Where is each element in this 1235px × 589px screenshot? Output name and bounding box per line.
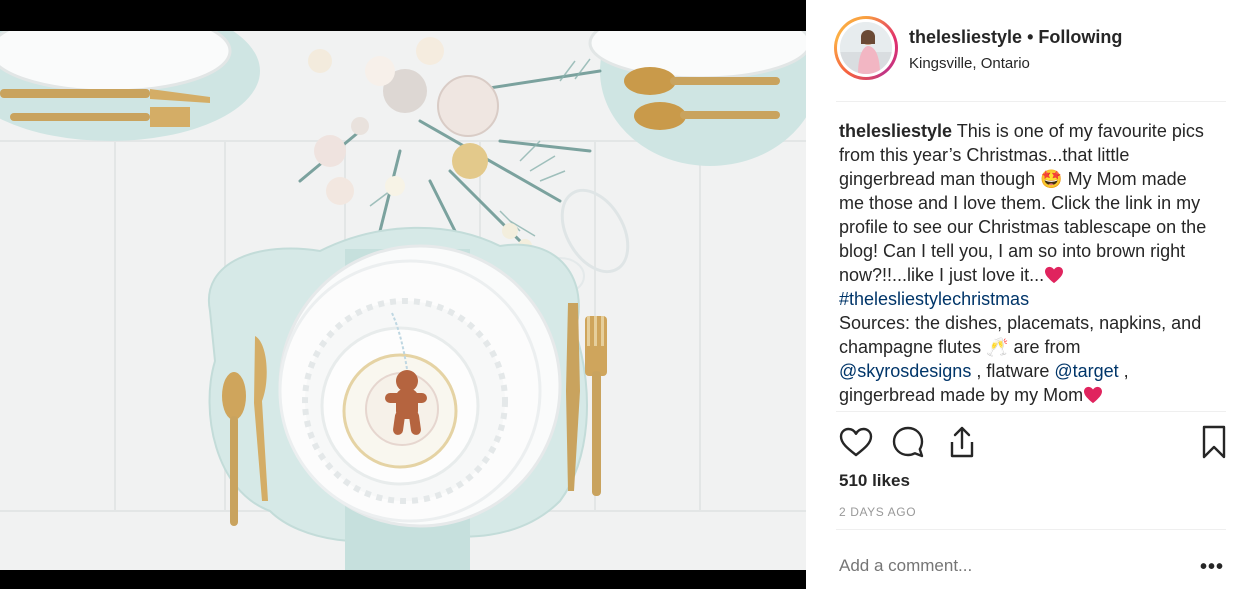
share-icon: [950, 426, 974, 458]
table-setting-photo: [0, 31, 806, 570]
hashtag-link[interactable]: #thelesliestylechristmas: [839, 289, 1029, 309]
caption-username-link[interactable]: thelesliestyle: [839, 121, 952, 141]
save-button[interactable]: [1196, 424, 1232, 460]
likes-count[interactable]: 510 likes: [839, 471, 910, 491]
comment-divider: [836, 529, 1226, 530]
header-divider: [836, 101, 1226, 102]
post-author: thelesliestyle • Following: [909, 27, 1122, 48]
red-heart-emoji-icon: [1084, 386, 1103, 404]
red-heart-emoji-icon: [1045, 266, 1064, 284]
comment-bubble-icon: [892, 426, 924, 458]
mention-link[interactable]: @target: [1054, 361, 1118, 381]
like-button[interactable]: [838, 424, 874, 460]
comment-button[interactable]: [890, 424, 926, 460]
post-photo-pane: [0, 0, 806, 589]
following-button[interactable]: Following: [1038, 27, 1122, 47]
separator-dot: •: [1027, 27, 1034, 47]
post-side-panel: thelesliestyle • Following Kingsville, O…: [806, 0, 1235, 589]
star-eyes-emoji: 🤩: [1040, 169, 1063, 189]
avatar-story-ring[interactable]: [834, 16, 898, 80]
comment-input[interactable]: [839, 556, 1159, 576]
bookmark-icon: [1202, 425, 1226, 459]
avatar[interactable]: [837, 19, 895, 77]
username-link[interactable]: thelesliestyle: [909, 27, 1022, 47]
avatar-photo: [840, 22, 892, 74]
heart-icon: [839, 427, 873, 457]
action-bar: [836, 424, 1226, 464]
caption-divider: [836, 411, 1226, 412]
caption-text: , flatware: [971, 361, 1055, 381]
mention-link[interactable]: @skyrosdesigns: [839, 361, 971, 381]
clinking-glasses-emoji: 🥂: [986, 337, 1009, 357]
share-button[interactable]: [944, 424, 980, 460]
caption-text: are from: [1008, 337, 1081, 357]
post-photo[interactable]: [0, 31, 806, 570]
avatar-image: [840, 22, 892, 74]
location-link[interactable]: Kingsville, Ontario: [909, 55, 1030, 72]
post-header: thelesliestyle • Following Kingsville, O…: [806, 0, 1235, 102]
post-caption: thelesliestyle This is one of my favouri…: [839, 119, 1209, 411]
post-timestamp[interactable]: 2 DAYS AGO: [839, 505, 916, 519]
more-options-button[interactable]: •••: [1200, 557, 1224, 577]
